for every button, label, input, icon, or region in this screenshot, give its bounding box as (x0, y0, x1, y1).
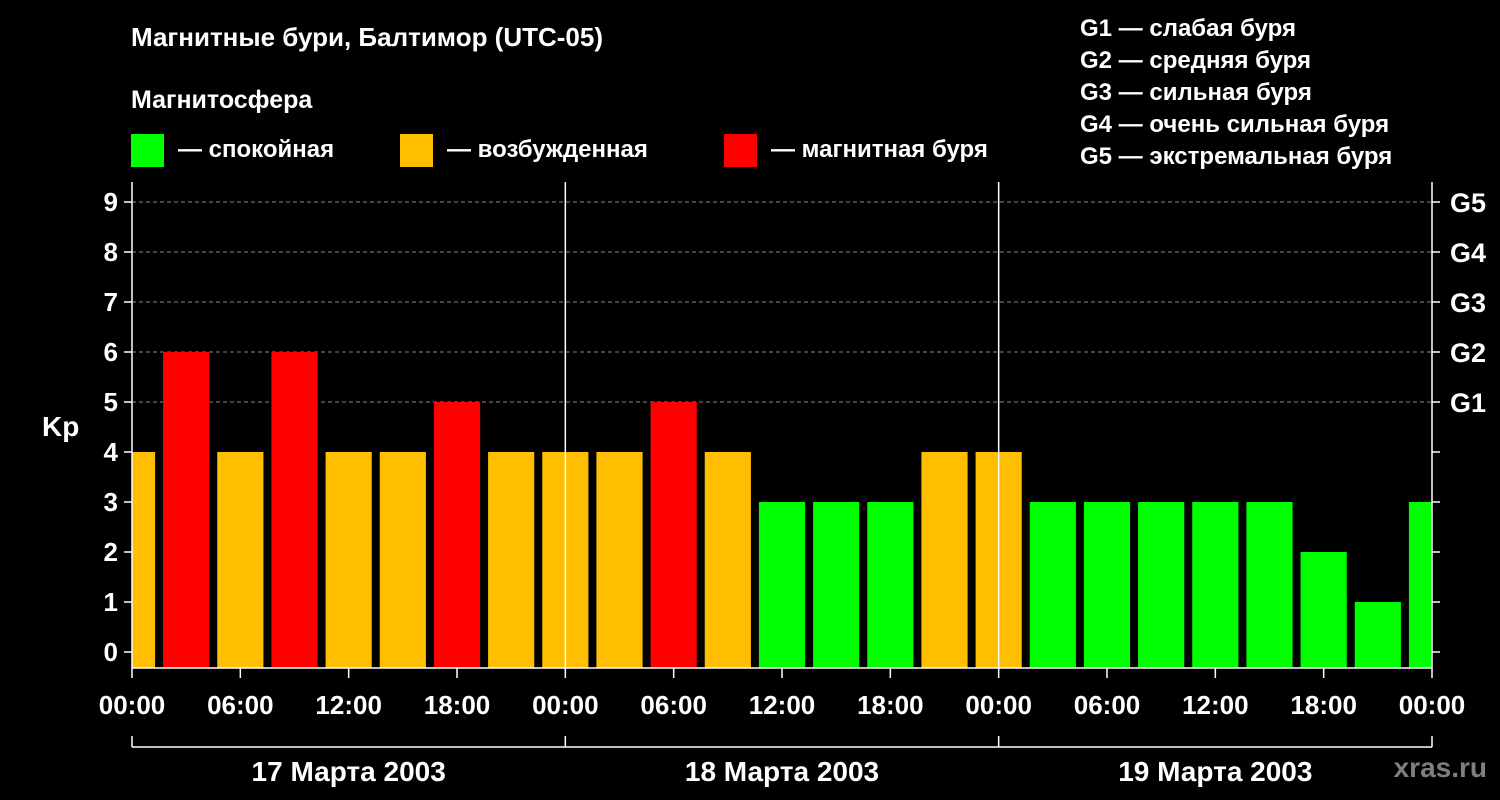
kp-bar (758, 502, 806, 668)
x-tick-label: 06:00 (1074, 690, 1141, 720)
kp-bar (867, 502, 914, 668)
x-tick-label: 12:00 (1182, 690, 1249, 720)
y-tick-label: 5 (104, 387, 118, 417)
y-tick-label: 8 (104, 237, 118, 267)
x-tick-label: 12:00 (315, 690, 382, 720)
x-tick-label: 18:00 (857, 690, 924, 720)
y-tick-label: 9 (104, 187, 118, 217)
kp-bar (488, 452, 535, 668)
y-tick-label: 2 (104, 537, 118, 567)
kp-bar (163, 352, 210, 668)
day-label: 18 Марта 2003 (685, 756, 879, 787)
x-tick-label: 00:00 (99, 690, 166, 720)
kp-bar (217, 452, 264, 668)
kp-bar (1083, 502, 1131, 668)
kp-bar (1192, 502, 1239, 668)
kp-bar (325, 452, 372, 668)
g-scale-label: G2 (1450, 338, 1486, 368)
kp-bar (433, 402, 481, 668)
g-scale-label: G4 (1450, 238, 1486, 268)
x-tick-label: 00:00 (532, 690, 599, 720)
g-scale-label: G1 (1450, 388, 1486, 418)
y-tick-label: 0 (104, 637, 118, 667)
kp-bar (1029, 502, 1076, 668)
kp-bar (921, 452, 968, 668)
x-tick-label: 00:00 (1399, 690, 1466, 720)
x-tick-label: 18:00 (1290, 690, 1357, 720)
day-label: 19 Марта 2003 (1118, 756, 1312, 787)
kp-bar (1300, 552, 1347, 668)
y-tick-label: 1 (104, 587, 118, 617)
x-tick-label: 06:00 (640, 690, 707, 720)
kp-bar (650, 402, 697, 668)
day-label: 17 Марта 2003 (252, 756, 446, 787)
x-tick-label: 18:00 (424, 690, 491, 720)
x-tick-label: 00:00 (965, 690, 1032, 720)
x-tick-label: 12:00 (749, 690, 816, 720)
kp-bar (1246, 502, 1293, 668)
g-scale-label: G3 (1450, 288, 1486, 318)
kp-bar (132, 452, 156, 668)
kp-bar (271, 352, 318, 668)
kp-bar (704, 452, 751, 668)
kp-bar (1354, 602, 1401, 668)
y-tick-label: 3 (104, 487, 118, 517)
x-tick-label: 06:00 (207, 690, 274, 720)
g-scale-label: G5 (1450, 188, 1486, 218)
y-tick-label: 7 (104, 287, 118, 317)
kp-bar (1138, 502, 1185, 668)
y-tick-label: 6 (104, 337, 118, 367)
kp-bar (596, 452, 643, 668)
kp-bar (1408, 502, 1432, 668)
y-tick-label: 4 (104, 437, 119, 467)
kp-bar (813, 502, 860, 668)
kp-bar-chart: 0 1 2 3 4 5 6 7 8 9 G1 G2 G3 G4 G5 00:00 06:00 12:00 18:00… (99, 182, 1486, 787)
kp-bar (379, 452, 426, 668)
